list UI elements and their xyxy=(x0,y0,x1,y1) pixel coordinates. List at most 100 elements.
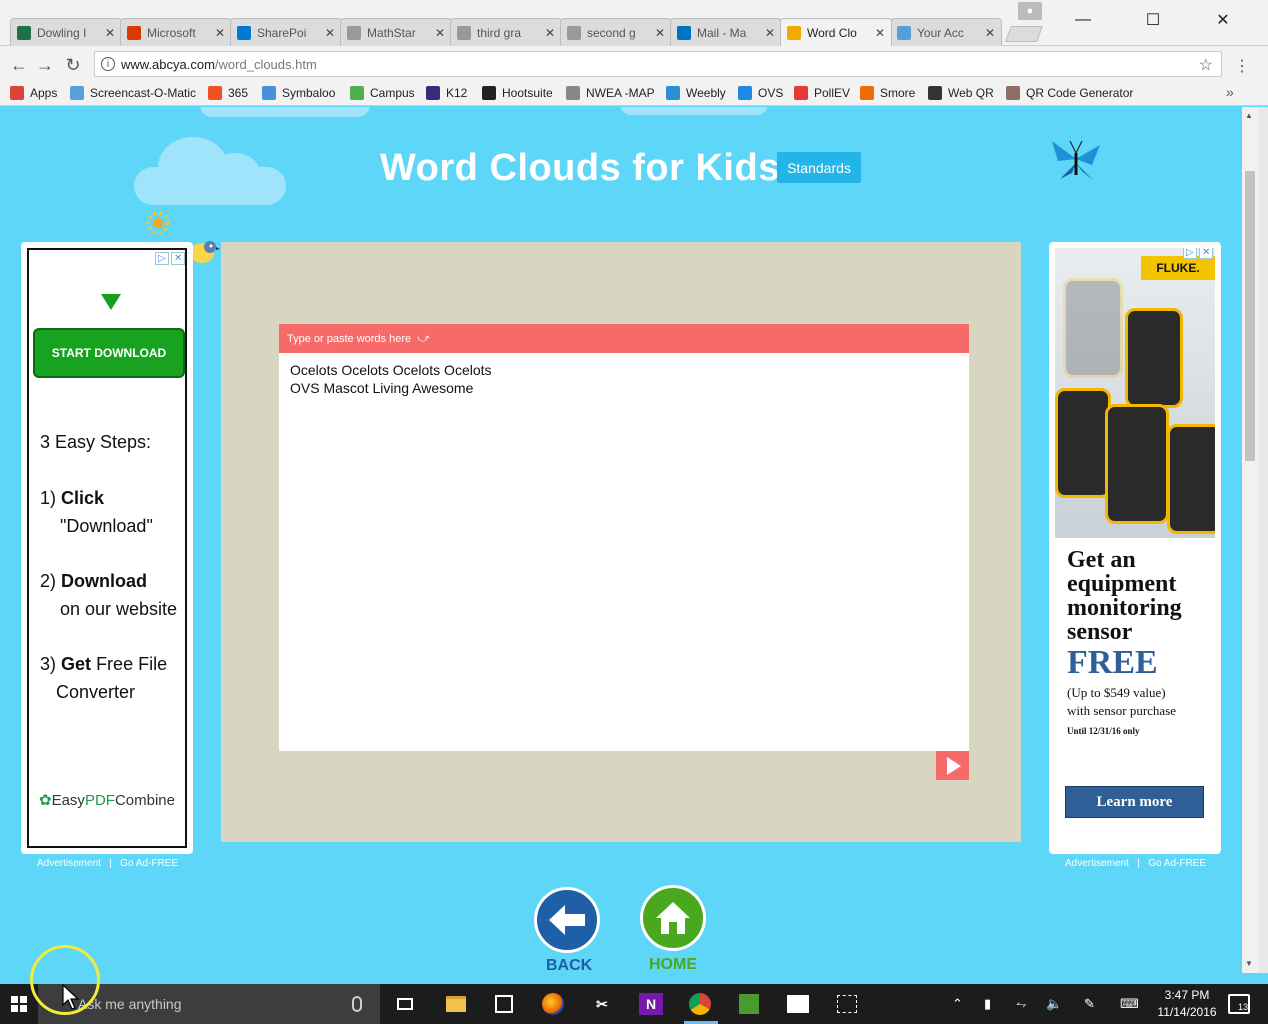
tab-close-icon[interactable]: ✕ xyxy=(435,26,445,40)
home-icon xyxy=(656,902,690,934)
back-label[interactable]: BACK xyxy=(546,957,592,973)
advertisement-link[interactable]: Advertisement xyxy=(37,858,101,869)
menu-icon[interactable]: ⋮ xyxy=(1234,56,1250,76)
abcya-icon xyxy=(787,25,801,40)
back-arrow-icon[interactable]: ← xyxy=(8,54,30,76)
right-advertisement[interactable]: FLUKE. ▷ ✕ Get an equipment monitoring s… xyxy=(1049,242,1221,854)
tab-close-icon[interactable]: ✕ xyxy=(875,26,885,40)
bookmark-item[interactable]: 365 xyxy=(208,86,248,100)
play-button[interactable] xyxy=(936,751,969,780)
left-advertisement[interactable]: ▷ ✕ START DOWNLOAD 3 Easy Steps: 1) Clic… xyxy=(21,242,193,854)
bookmark-star-icon[interactable]: ☆ xyxy=(1199,55,1213,75)
tab-close-icon[interactable]: ✕ xyxy=(215,26,225,40)
profile-icon[interactable]: ● xyxy=(1018,2,1042,20)
page-scrollbar[interactable]: ▲ ▼ xyxy=(1242,107,1258,973)
tab-strip: Dowling I ✕ Microsoft ✕ SharePoi ✕ MathStar ✕ th… xyxy=(0,0,1268,46)
learn-more-button[interactable]: Learn more xyxy=(1065,786,1204,818)
curved-arrow-icon: ⤻ xyxy=(417,331,430,345)
new-tab-button[interactable] xyxy=(1005,26,1043,42)
bookmark-item[interactable]: OVS xyxy=(738,86,783,100)
wifi-icon[interactable]: ⥊ xyxy=(1016,996,1026,1012)
tab-close-icon[interactable]: ✕ xyxy=(985,26,995,40)
keyboard-icon[interactable]: ⌨ xyxy=(1120,996,1139,1012)
tab-close-icon[interactable]: ✕ xyxy=(325,26,335,40)
home-label[interactable]: HOME xyxy=(649,956,697,973)
home-button[interactable] xyxy=(640,885,706,951)
bookmark-item[interactable]: QR Code Generator xyxy=(1006,86,1133,100)
system-clock[interactable]: 3:47 PM 11/14/2016 xyxy=(1152,987,1222,1021)
browser-tab[interactable]: Your Acc ✕ xyxy=(890,18,1002,46)
snipping-tool-icon[interactable]: ✂ xyxy=(588,990,616,1018)
photos-icon[interactable] xyxy=(784,990,812,1018)
onenote-icon[interactable]: N xyxy=(637,990,665,1018)
volume-icon[interactable]: 🔈 xyxy=(1046,996,1062,1012)
minimize-button[interactable]: — xyxy=(1068,8,1098,32)
bookmark-item[interactable]: Apps xyxy=(10,86,57,100)
adchoices-icon[interactable]: ▷ xyxy=(155,252,169,265)
info-icon[interactable]: i xyxy=(101,57,115,71)
start-download-button[interactable]: START DOWNLOAD xyxy=(33,328,185,378)
word-input-textarea[interactable]: Ocelots Ocelots Ocelots Ocelots OVS Masc… xyxy=(290,361,492,397)
bookmark-item[interactable]: Screencast-O-Matic xyxy=(70,86,196,100)
browser-tab[interactable]: Microsoft ✕ xyxy=(120,18,232,46)
scroll-down-icon[interactable]: ▼ xyxy=(1245,959,1253,968)
task-view-icon[interactable] xyxy=(391,990,419,1018)
bookmarks-bar: Apps Screencast-O-Matic 365 Symbaloo Campus K… xyxy=(0,82,1268,106)
right-ad-footer: Advertisement | Go Ad-FREE xyxy=(1065,858,1206,869)
store-icon[interactable] xyxy=(490,990,518,1018)
forward-arrow-icon[interactable]: → xyxy=(34,54,56,76)
screen-capture-icon[interactable] xyxy=(833,990,861,1018)
browser-tab[interactable]: MathStar ✕ xyxy=(340,18,452,46)
bookmark-item[interactable]: Symbaloo xyxy=(262,86,335,100)
reload-icon[interactable]: ↻ xyxy=(62,54,84,76)
excel-app-icon[interactable] xyxy=(735,990,763,1018)
firefox-icon[interactable] xyxy=(539,990,567,1018)
browser-tab[interactable]: second g ✕ xyxy=(560,18,672,46)
bookmark-label: 365 xyxy=(228,86,249,100)
adchoices-icon[interactable]: ▷ xyxy=(1183,248,1197,259)
ad-headline-line: sensor xyxy=(1067,619,1133,645)
file-explorer-icon[interactable] xyxy=(442,990,470,1018)
go-ad-free-link[interactable]: Go Ad-FREE xyxy=(1148,858,1206,869)
browser-tab[interactable]: Word Clo ✕ xyxy=(780,18,892,46)
scroll-up-icon[interactable]: ▲ xyxy=(1245,111,1253,120)
bookmark-item[interactable]: K12 xyxy=(426,86,467,100)
tab-close-icon[interactable]: ✕ xyxy=(105,26,115,40)
document-icon xyxy=(457,25,471,40)
action-center-button[interactable]: 13 xyxy=(1228,994,1250,1014)
back-button[interactable] xyxy=(534,887,600,953)
microphone-icon[interactable] xyxy=(352,996,362,1012)
browser-tab[interactable]: Mail - Ma ✕ xyxy=(670,18,782,46)
address-bar[interactable]: i www.abcya.com/word_clouds.htm ☆ xyxy=(94,51,1222,77)
pen-icon[interactable]: ✎ xyxy=(1084,996,1095,1012)
standards-button[interactable]: Standards xyxy=(777,152,861,183)
word-input-panel[interactable]: Type or paste words here ⤻ Ocelots Ocelo… xyxy=(279,324,969,751)
bookmark-item[interactable]: Hootsuite xyxy=(482,86,553,100)
step-3-text-2: Converter xyxy=(56,682,136,702)
bookmark-item[interactable]: Weebly xyxy=(666,86,726,100)
bookmark-item[interactable]: PollEV xyxy=(794,86,850,100)
maximize-button[interactable]: ☐ xyxy=(1138,8,1168,32)
show-hidden-icons[interactable]: ⌃ xyxy=(952,996,963,1012)
ad-subtext-line: with sensor purchase xyxy=(1067,703,1177,718)
bookmark-item[interactable]: Campus xyxy=(350,86,415,100)
tab-close-icon[interactable]: ✕ xyxy=(765,26,775,40)
advertisement-link[interactable]: Advertisement xyxy=(1065,858,1129,869)
ad-close-icon[interactable]: ✕ xyxy=(171,252,186,265)
more-bookmarks-icon[interactable]: » xyxy=(1226,84,1234,100)
scroll-thumb[interactable] xyxy=(1245,171,1255,461)
close-window-button[interactable]: ✕ xyxy=(1208,8,1238,32)
browser-tab[interactable]: SharePoi ✕ xyxy=(230,18,342,46)
footer-separator: | xyxy=(109,858,112,869)
chrome-icon[interactable] xyxy=(686,990,714,1018)
bookmark-item[interactable]: NWEA -MAP xyxy=(566,86,655,100)
browser-tab[interactable]: third gra ✕ xyxy=(450,18,562,46)
bookmark-item[interactable]: Smore xyxy=(860,86,915,100)
tab-close-icon[interactable]: ✕ xyxy=(655,26,665,40)
browser-tab[interactable]: Dowling I ✕ xyxy=(10,18,122,46)
go-ad-free-link[interactable]: Go Ad-FREE xyxy=(120,858,178,869)
bookmark-item[interactable]: Web QR xyxy=(928,86,994,100)
battery-icon[interactable]: ▮ xyxy=(984,996,991,1012)
ad-close-icon[interactable]: ✕ xyxy=(1199,248,1214,259)
tab-close-icon[interactable]: ✕ xyxy=(545,26,555,40)
